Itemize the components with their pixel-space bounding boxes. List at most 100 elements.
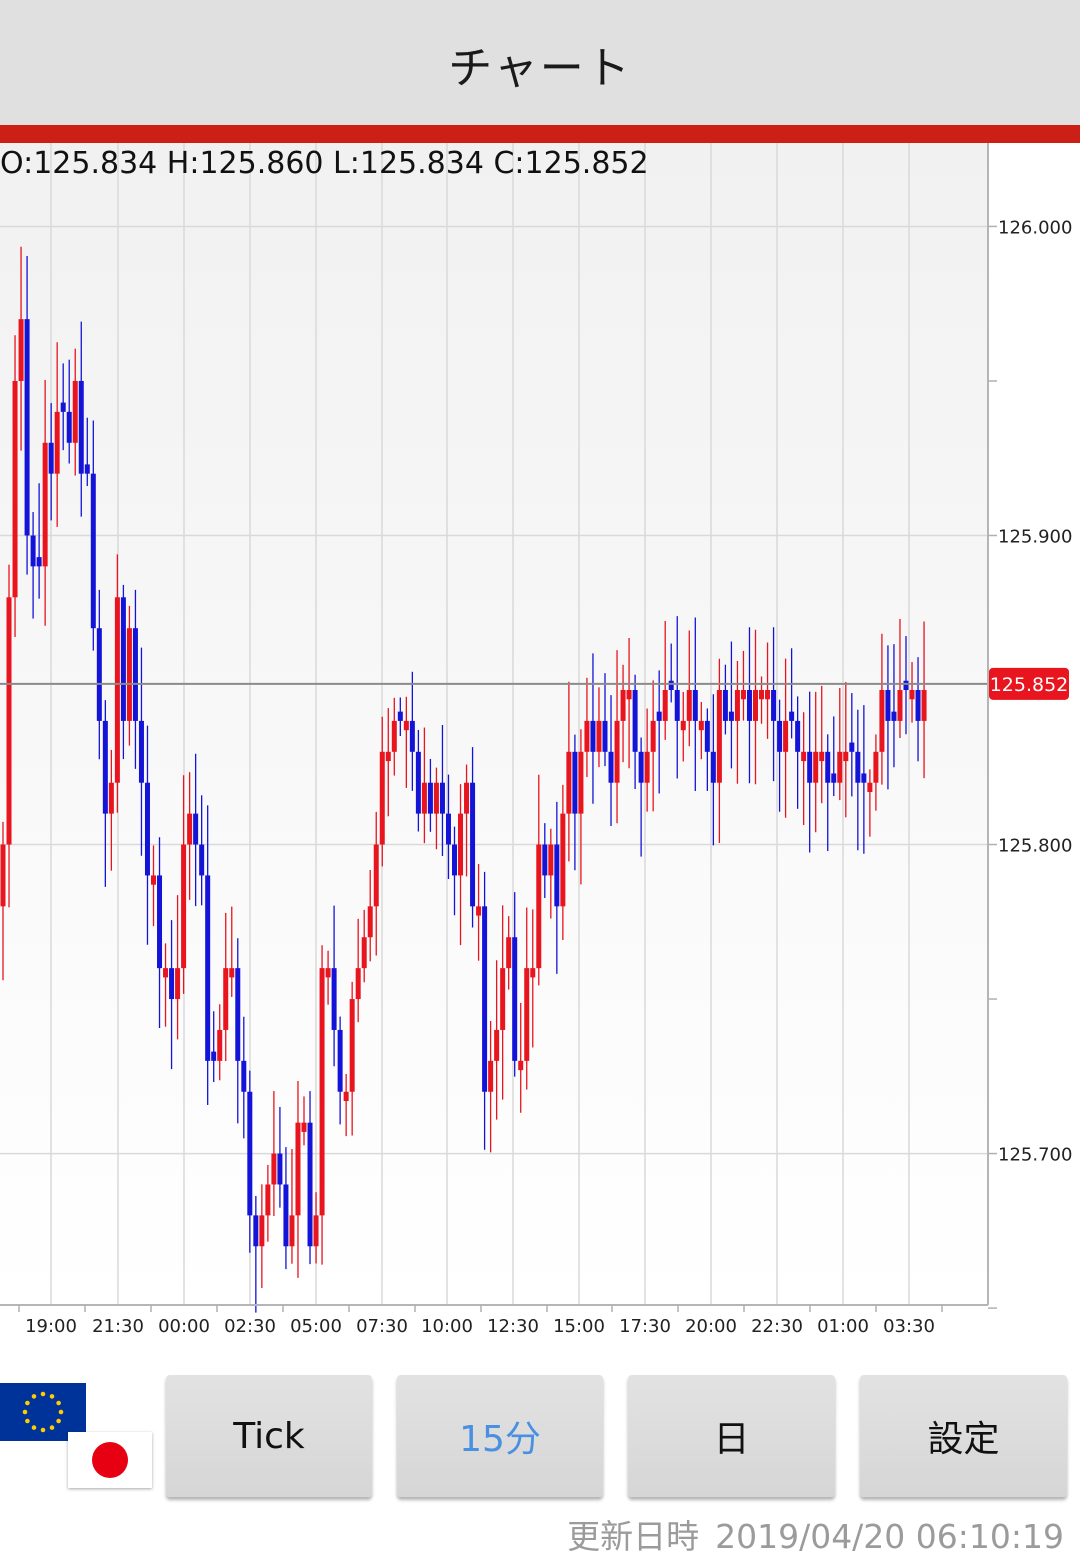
candle-body <box>879 690 885 752</box>
daily-button[interactable]: 日 <box>628 1375 835 1497</box>
candle-body <box>241 1060 247 1092</box>
candle-body <box>295 1122 301 1216</box>
candle-body <box>331 968 337 1030</box>
updated-timestamp: 更新日時 2019/04/20 06:10:19 <box>551 1510 1064 1558</box>
candle-body <box>120 597 126 721</box>
candle-body <box>132 628 138 721</box>
candle-body <box>355 968 361 1000</box>
candle-body <box>66 411 72 443</box>
candle-body <box>602 720 608 752</box>
candlestick-chart[interactable]: 126.000 125.900 125.800 125.700 19:00 21:30 00… <box>0 143 1080 1363</box>
tick-button[interactable]: Tick <box>166 1375 372 1497</box>
candle-body <box>530 968 536 978</box>
candle-body <box>831 773 837 783</box>
candle-body <box>259 1215 265 1247</box>
candle-body <box>253 1215 259 1247</box>
candle-body <box>692 690 698 721</box>
candle-body <box>415 751 421 814</box>
candle-body <box>819 751 825 762</box>
candle-body <box>614 720 620 783</box>
candle-body <box>849 742 855 752</box>
candle-body <box>313 1215 319 1247</box>
x-tick-label: 21:30 <box>92 1316 144 1337</box>
japan-flag-icon[interactable] <box>68 1432 152 1488</box>
candle-body <box>96 628 102 721</box>
candle-body <box>746 690 752 721</box>
candle-body <box>325 968 331 978</box>
15min-button[interactable]: 15分 <box>397 1375 603 1497</box>
eu-star-icon <box>49 1425 55 1430</box>
candle-body <box>464 782 470 814</box>
candle-body <box>114 597 120 783</box>
candle-body <box>740 690 746 700</box>
candle-body <box>439 782 445 814</box>
x-tick-label: 07:30 <box>356 1316 408 1337</box>
candle-body <box>0 844 6 907</box>
candle-body <box>385 751 391 762</box>
candle-body <box>30 535 36 567</box>
eu-star-icon <box>58 1409 64 1415</box>
candle-body <box>427 782 433 814</box>
candle-body <box>488 1060 494 1092</box>
settings-button[interactable]: 設定 <box>860 1375 1067 1497</box>
chart-svg[interactable]: 126.000 125.900 125.800 125.700 19:00 21:30 00… <box>0 143 1080 1363</box>
tick-button-label: Tick <box>233 1415 305 1457</box>
candle-body <box>445 813 451 845</box>
candle-body <box>867 782 873 792</box>
candle-body <box>78 380 84 474</box>
candle-body <box>102 720 108 814</box>
candle-body <box>542 844 548 876</box>
x-tick-label: 19:00 <box>25 1316 77 1337</box>
candle-body <box>566 751 572 814</box>
candle-body <box>662 690 668 721</box>
candle-body <box>596 720 602 752</box>
candle-body <box>379 751 385 845</box>
candle-body <box>144 782 150 876</box>
candle-body <box>138 720 144 783</box>
candle-body <box>72 380 78 443</box>
y-tick-label: 126.000 <box>998 217 1072 238</box>
candle-body <box>512 937 518 1061</box>
x-tick-label: 15:00 <box>553 1316 605 1337</box>
candle-body <box>476 906 482 916</box>
candle-body <box>36 557 42 567</box>
candle-body <box>698 720 704 731</box>
accent-bar <box>0 125 1080 143</box>
updated-label: 更新日時 <box>567 1517 700 1556</box>
candle-body <box>578 751 584 814</box>
candle-body <box>163 968 169 978</box>
x-tick-label: 03:30 <box>883 1316 935 1337</box>
candle-body <box>903 680 909 691</box>
candle-body <box>391 720 397 752</box>
candle-body <box>777 720 783 752</box>
candle-body <box>271 1153 277 1185</box>
x-tick-label: 10:00 <box>421 1316 473 1337</box>
candle-body <box>722 690 728 721</box>
15min-button-label: 15分 <box>459 1419 541 1460</box>
candle-body <box>229 968 235 978</box>
x-tick-label: 02:30 <box>224 1316 276 1337</box>
candle-body <box>813 751 819 783</box>
candle-body <box>759 690 765 700</box>
candle-body <box>169 968 175 1000</box>
candle-body <box>470 782 476 907</box>
candle-body <box>861 773 867 783</box>
y-tick-label: 125.900 <box>998 526 1072 547</box>
y-tick-label: 125.700 <box>998 1145 1072 1166</box>
eu-star-icon <box>56 1400 61 1406</box>
candle-body <box>319 968 325 1216</box>
candle-body <box>54 411 60 474</box>
candle-body <box>301 1122 307 1132</box>
candle-body <box>608 751 614 783</box>
candle-body <box>548 844 554 876</box>
current-price-tag: 125.852 <box>989 667 1069 700</box>
candle-body <box>337 1029 343 1092</box>
candle-body <box>217 1029 223 1061</box>
x-tick-label: 17:30 <box>619 1316 671 1337</box>
candle-body <box>151 875 156 885</box>
candle-body <box>590 720 596 752</box>
candle-body <box>367 906 373 938</box>
candle-body <box>807 751 813 783</box>
candle-body <box>90 473 96 629</box>
candle-body <box>181 844 187 969</box>
